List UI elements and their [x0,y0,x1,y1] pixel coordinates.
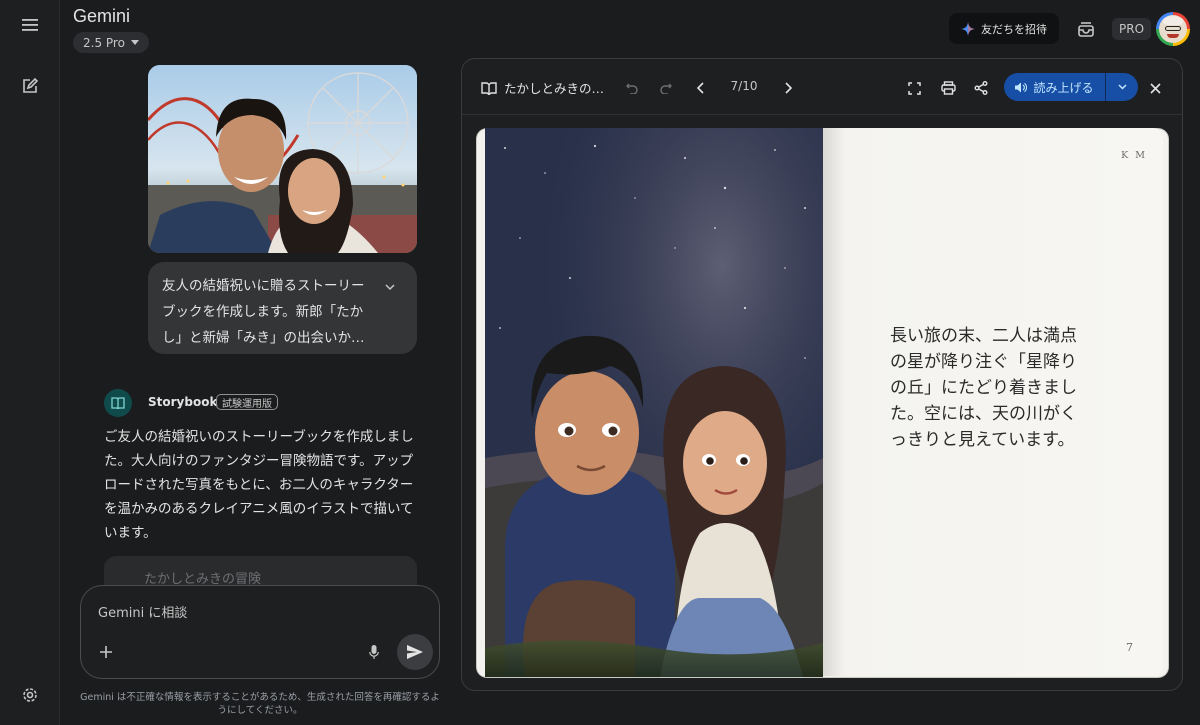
prompt-input[interactable]: Gemini に相談 [80,585,440,679]
chat-panel: 友人の結婚祝いに贈るストーリーブックを作成します。新郎「たかし」と新婦「みき」の… [60,58,460,725]
prompt-placeholder: Gemini に相談 [98,606,188,621]
fullscreen-icon[interactable] [903,77,925,99]
book-icon [111,397,125,409]
share-icon[interactable] [970,77,992,99]
page-initials: K M [1121,150,1147,161]
speaker-icon [1015,82,1028,92]
disclaimer: Gemini は不正確な情報を表示することがあるため、生成された回答を再確認する… [80,692,440,716]
top-bar: Gemini 2.5 Pro 友だちを招待 PRO [60,0,1200,58]
invite-friends-button[interactable]: 友だちを招待 [949,13,1059,44]
menu-icon[interactable] [18,13,42,37]
user-message[interactable]: 友人の結婚祝いに贈るストーリーブックを作成します。新郎「たかし」と新婦「みき」の… [148,262,417,354]
send-icon [407,645,423,659]
side-rail [0,0,60,725]
invite-label: 友だちを招待 [981,22,1047,36]
uploaded-photo[interactable] [148,65,417,253]
model-label: 2.5 Pro [83,35,125,50]
inbox-icon[interactable] [1075,18,1097,40]
viewer-toolbar: たかしとみきの… 7/10 読み上げる [462,59,1182,115]
edit-icon[interactable] [18,74,42,98]
chevron-down-icon [130,40,139,45]
avatar[interactable] [1156,12,1190,46]
read-aloud-button[interactable]: 読み上げる [1004,73,1138,101]
settings-icon[interactable] [18,683,42,707]
viewer-title: たかしとみきの… [504,81,605,96]
chevron-down-icon [1117,84,1127,90]
page-indicator: 7/10 [730,79,758,93]
page-number: 7 [1126,641,1133,654]
agent-badge: 試験運用版 [216,394,278,410]
app-title: Gemini [73,6,131,26]
plan-badge: PRO [1112,18,1152,40]
storybook-avatar [104,389,132,417]
print-icon[interactable] [937,77,959,99]
user-message-text: 友人の結婚祝いに贈るストーリーブックを作成します。新郎「たかし」と新婦「みき」の… [162,278,365,346]
book-spread: K M 長い旅の末、二人は満点の星が降り注ぐ「星降りの丘」にたどり着きました。空… [476,128,1169,677]
chevron-left-icon[interactable] [689,77,711,99]
mic-icon[interactable] [364,642,384,662]
send-button[interactable] [397,634,433,670]
agent-name: Storybook [148,395,218,409]
sparkle-icon [961,21,975,36]
chevron-right-icon[interactable] [777,77,799,99]
story-text: 長い旅の末、二人は満点の星が降り注ぐ「星降りの丘」にたどり着きました。空には、天… [890,326,1077,450]
chevron-down-icon[interactable] [385,284,395,290]
redo-icon[interactable] [655,77,677,99]
close-icon[interactable] [1144,77,1166,99]
text-page[interactable]: K M 長い旅の末、二人は満点の星が降り注ぐ「星降りの丘」にたどり着きました。空… [823,128,1163,676]
storybook-viewer: たかしとみきの… 7/10 読み上げる K M 長い旅の末、二人は満点の星が降り… [461,58,1183,691]
book-icon [478,77,500,99]
read-aloud-options[interactable] [1106,73,1138,101]
illustration-page[interactable] [485,128,823,677]
agent-reply: ご友人の結婚祝いのストーリーブックを作成しました。大人向けのファンタジー冒険物語… [104,429,414,541]
plus-icon[interactable] [96,642,116,662]
read-aloud-label: 読み上げる [1033,80,1094,95]
undo-icon[interactable] [621,77,643,99]
model-selector[interactable]: 2.5 Pro [73,32,149,53]
